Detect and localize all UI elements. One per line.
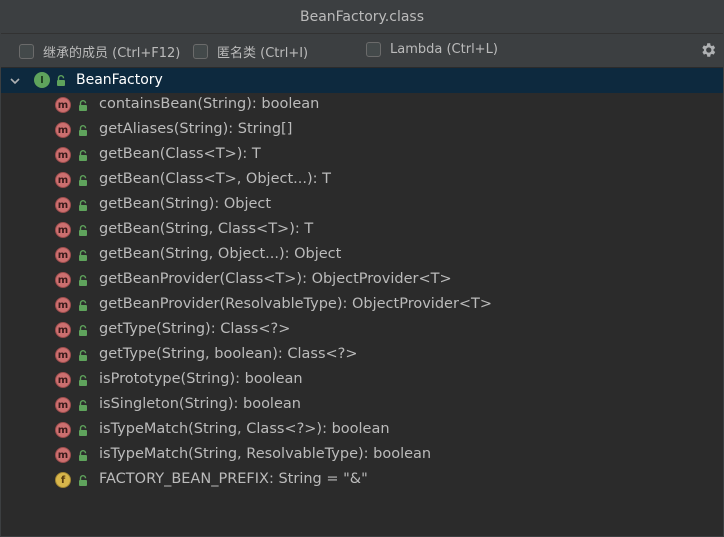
member-label: FACTORY_BEAN_PREFIX: String = "&" (99, 471, 368, 487)
method-icon: m (55, 122, 71, 138)
method-icon: m (55, 247, 71, 263)
public-lock-icon (79, 300, 87, 311)
method-icon: m (55, 97, 71, 113)
public-lock-icon (79, 475, 87, 486)
anonymous-classes-option[interactable]: 匿名类 (Ctrl+I) (193, 42, 308, 61)
field-icon: f (55, 472, 71, 488)
member-list: m containsBean(String): boolean m getAliase… (1, 93, 723, 493)
tree-method-row[interactable]: m getBean(Class<T>, Object...): T (1, 168, 723, 193)
member-label: getBean(String): Object (99, 196, 272, 212)
member-label: getBean(String, Class<T>): T (99, 221, 314, 237)
member-label: getAliases(String): String[] (99, 121, 293, 137)
public-lock-icon (79, 375, 87, 386)
structure-popup: BeanFactory.class 继承的成员 (Ctrl+F12) 匿名类 (… (0, 0, 724, 537)
public-lock-icon (79, 450, 87, 461)
tree-method-row[interactable]: m getBean(Class<T>): T (1, 143, 723, 168)
public-lock-icon (79, 275, 87, 286)
member-label: getBean(Class<T>, Object...): T (99, 171, 331, 187)
tree-method-row[interactable]: m getBeanProvider(ResolvableType): Object… (1, 293, 723, 318)
method-icon: m (55, 172, 71, 188)
inherited-members-checkbox[interactable] (19, 44, 34, 59)
tree-method-row[interactable]: m getAliases(String): String[] (1, 118, 723, 143)
member-label: isTypeMatch(String, Class<?>): boolean (99, 421, 390, 437)
public-lock-icon (79, 125, 87, 136)
method-icon: m (55, 322, 71, 338)
anonymous-classes-checkbox[interactable] (193, 44, 208, 59)
tree-method-row[interactable]: m getBean(String, Class<T>): T (1, 218, 723, 243)
member-label: getBean(String, Object...): Object (99, 246, 342, 262)
tree-method-row[interactable]: m getBeanProvider(Class<T>): ObjectProvid… (1, 268, 723, 293)
interface-icon: I (34, 72, 50, 88)
lambda-option[interactable]: Lambda (Ctrl+L) (366, 42, 498, 57)
inherited-members-label: 继承的成员 (Ctrl+F12) (43, 46, 181, 61)
member-label: isPrototype(String): boolean (99, 371, 303, 387)
member-label: getType(String): Class<?> (99, 321, 291, 337)
method-icon: m (55, 422, 71, 438)
tree-method-row[interactable]: m isTypeMatch(String, Class<?>): boolean (1, 418, 723, 443)
method-icon: m (55, 297, 71, 313)
member-label: getType(String, boolean): Class<?> (99, 346, 358, 362)
public-lock-icon (79, 425, 87, 436)
public-lock-icon (79, 225, 87, 236)
method-icon: m (55, 347, 71, 363)
public-lock-icon (79, 325, 87, 336)
member-label: getBean(Class<T>): T (99, 146, 261, 162)
member-label: isSingleton(String): boolean (99, 396, 301, 412)
filter-toolbar: 继承的成员 (Ctrl+F12) 匿名类 (Ctrl+I) Lambda (Ct… (1, 34, 723, 68)
chevron-down-icon[interactable] (10, 76, 20, 86)
method-icon: m (55, 447, 71, 463)
tree-method-row[interactable]: m isTypeMatch(String, ResolvableType): bo… (1, 443, 723, 468)
method-icon: m (55, 397, 71, 413)
inherited-members-option[interactable]: 继承的成员 (Ctrl+F12) (19, 42, 180, 61)
tree-field-row[interactable]: f FACTORY_BEAN_PREFIX: String = "&" (1, 468, 723, 493)
public-lock-icon (79, 350, 87, 361)
tree-method-row[interactable]: m getBean(String): Object (1, 193, 723, 218)
public-lock-icon (79, 400, 87, 411)
tree-method-row[interactable]: m getType(String, boolean): Class<?> (1, 343, 723, 368)
method-icon: m (55, 147, 71, 163)
member-label: containsBean(String): boolean (99, 96, 320, 112)
anonymous-classes-label: 匿名类 (Ctrl+I) (217, 46, 309, 61)
public-lock-icon (79, 175, 87, 186)
tree-method-row[interactable]: m getBean(String, Object...): Object (1, 243, 723, 268)
method-icon: m (55, 272, 71, 288)
method-icon: m (55, 197, 71, 213)
root-label: BeanFactory (76, 72, 163, 88)
lambda-checkbox[interactable] (366, 42, 381, 57)
lambda-label: Lambda (Ctrl+L) (390, 42, 498, 57)
tree-method-row[interactable]: m isPrototype(String): boolean (1, 368, 723, 393)
public-lock-icon (79, 100, 87, 111)
method-icon: m (55, 222, 71, 238)
member-label: getBeanProvider(Class<T>): ObjectProvide… (99, 271, 452, 287)
member-label: isTypeMatch(String, ResolvableType): boo… (99, 446, 432, 462)
tree-root-beanfactory[interactable]: I BeanFactory (1, 68, 723, 93)
tree-method-row[interactable]: m containsBean(String): boolean (1, 93, 723, 118)
public-lock-icon (79, 200, 87, 211)
popup-title: BeanFactory.class (1, 1, 723, 34)
public-lock-icon (57, 75, 65, 86)
tree-method-row[interactable]: m isSingleton(String): boolean (1, 393, 723, 418)
public-lock-icon (79, 150, 87, 161)
structure-tree[interactable]: I BeanFactory m containsBean(String): boo… (1, 68, 723, 493)
method-icon: m (55, 372, 71, 388)
public-lock-icon (79, 250, 87, 261)
tree-method-row[interactable]: m getType(String): Class<?> (1, 318, 723, 343)
gear-icon[interactable] (699, 41, 717, 59)
member-label: getBeanProvider(ResolvableType): ObjectP… (99, 296, 493, 312)
